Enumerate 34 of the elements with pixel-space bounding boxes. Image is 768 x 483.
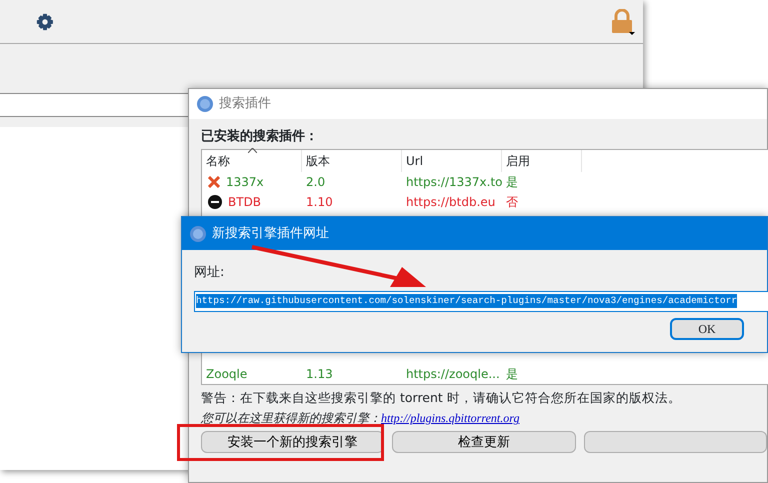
column-header[interactable]: 启用 — [502, 150, 582, 172]
sort-caret-icon — [248, 148, 257, 152]
lock-icon[interactable] — [611, 8, 635, 34]
plugin-url: https://btdb.eu — [406, 194, 496, 210]
enabled-status: 否 — [506, 194, 518, 210]
app-icon — [197, 96, 213, 112]
plugin-version: 2.0 — [306, 174, 326, 190]
plugin-version: 1.10 — [306, 194, 333, 210]
column-header[interactable]: 名称 — [202, 150, 302, 172]
dialog-button[interactable] — [584, 431, 767, 454]
section-label: 已安装的搜索插件： — [201, 128, 318, 146]
ok-button[interactable]: OK — [670, 318, 744, 340]
warning-text: 警告：在下载来自这些搜索引擎的 torrent 时，请确认它符合您所在国家的版权法。 — [201, 388, 682, 406]
hint-text: 您可以在这里获得新的搜索引擎： — [201, 411, 381, 426]
dialog-button[interactable]: 检查更新 — [392, 431, 576, 454]
plugin-name: BTDB — [228, 194, 262, 210]
column-header[interactable]: 版本 — [302, 150, 402, 172]
enabled-status: 是 — [506, 174, 518, 190]
x-logo-icon — [208, 176, 220, 188]
dialog-title: 搜索插件 — [219, 95, 271, 114]
column-header[interactable]: Url — [402, 150, 502, 172]
url-label: 网址: — [194, 264, 224, 282]
gear-icon[interactable] — [36, 12, 54, 30]
plugin-url: https://zooqle... — [406, 366, 500, 382]
url-field[interactable]: https://raw.githubusercontent.com/solenskiner/search-plugins/master/nova3/engines/academictorr — [194, 290, 768, 312]
plugin-name: 1337x — [226, 174, 264, 190]
dialog-title: 新搜索引擎插件网址 — [212, 224, 329, 243]
disc-logo-icon — [208, 194, 222, 208]
plugins-link[interactable]: http://plugins.qbittorrent.org — [381, 411, 520, 426]
plugin-name: Zooqle — [206, 366, 248, 382]
app-icon — [190, 226, 206, 242]
enabled-status: 是 — [506, 366, 518, 382]
plugin-version: 1.13 — [306, 366, 333, 382]
plugin-url: https://1337x.to — [406, 174, 503, 190]
